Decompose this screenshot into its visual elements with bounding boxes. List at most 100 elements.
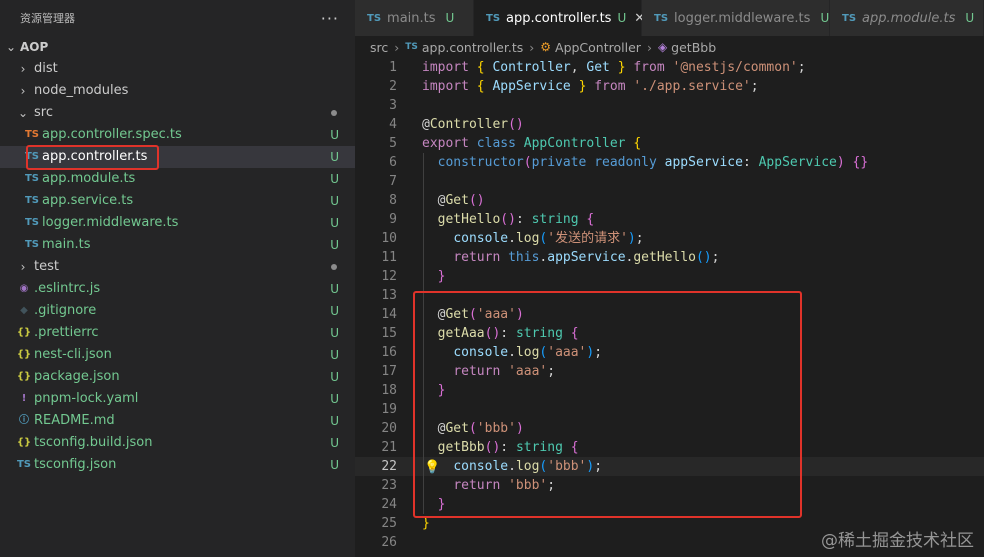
chevron-right-icon: › <box>394 39 400 55</box>
code-line: 21 getBbb(): string { <box>355 438 984 457</box>
tree-item[interactable]: {} tsconfig.build.json U <box>0 432 355 454</box>
explorer-sidebar: 资源管理器 ··· ⌄ AOP › dist › node_modules ⌄ src TS… <box>0 0 355 557</box>
tree-item[interactable]: ⓘ README.md U <box>0 410 355 432</box>
tab-main-ts[interactable]: TS main.ts U <box>355 0 474 36</box>
tree-item[interactable]: › test <box>0 256 355 278</box>
code-line: 2 import { AppService } from './app.servi… <box>355 77 984 96</box>
typescript-icon: TS <box>654 12 669 24</box>
line-number: 2 <box>389 79 397 94</box>
tab-status: U <box>820 11 830 25</box>
line-number: 7 <box>389 174 397 189</box>
tree-item-label: tsconfig.json <box>34 457 117 472</box>
code-text: getHello(): string { <box>437 212 595 227</box>
tree-item[interactable]: › dist <box>0 58 355 80</box>
tree-item[interactable]: ! pnpm-lock.yaml U <box>0 388 355 410</box>
code-line: 10 console.log('发送的请求'); <box>355 229 984 248</box>
code-editor[interactable]: 1 import { Controller, Get } from '@nestj… <box>355 58 984 557</box>
tree-item[interactable]: ⌄ src <box>0 102 355 124</box>
code-line: 9 getHello(): string { <box>355 210 984 229</box>
line-number: 9 <box>389 212 397 227</box>
chevron-right-icon: › <box>529 39 535 55</box>
code-text: @Controller() <box>422 117 524 132</box>
code-text: export class AppController { <box>422 136 642 151</box>
eslint-icon: ◉ <box>19 283 29 294</box>
line-number: 10 <box>381 231 397 246</box>
more-actions-icon[interactable]: ··· <box>321 9 339 28</box>
code-line: 16 console.log('aaa'); <box>355 343 984 362</box>
code-text: console.log('bbb'); <box>453 459 603 474</box>
tree-item-label: app.controller.spec.ts <box>42 127 182 142</box>
code-text: return 'bbb'; <box>453 478 556 493</box>
code-text: return 'aaa'; <box>453 364 556 379</box>
tsconfig-icon: TS <box>16 459 32 470</box>
tree-item[interactable]: TS app.module.ts U <box>0 168 355 190</box>
tree-item[interactable]: TS app.controller.ts U <box>0 146 355 168</box>
code-line: 5 export class AppController { <box>355 134 984 153</box>
chevron-right-icon: › <box>20 62 26 76</box>
git-status-badge: U <box>330 172 339 186</box>
tree-item[interactable]: TS app.service.ts U <box>0 190 355 212</box>
code-line: 19 <box>355 400 984 419</box>
json-icon: {} <box>16 349 32 360</box>
line-number: 22 <box>381 459 397 474</box>
tree-item[interactable]: › node_modules <box>0 80 355 102</box>
tab-label: app.module.ts <box>862 10 956 26</box>
code-line: 18 } <box>355 381 984 400</box>
tree-item[interactable]: ◉ .eslintrc.js U <box>0 278 355 300</box>
indent-guide <box>423 153 424 514</box>
typescript-icon: TS <box>367 12 382 24</box>
tree-item-label: tsconfig.build.json <box>34 435 153 450</box>
line-number: 14 <box>381 307 397 322</box>
typescript-icon: TS <box>24 239 40 250</box>
line-number: 21 <box>381 440 397 455</box>
tree-item[interactable]: ◆ .gitignore U <box>0 300 355 322</box>
tree-item-label: README.md <box>34 413 115 428</box>
git-status-badge: U <box>330 238 339 252</box>
tree-item-label: node_modules <box>34 83 129 98</box>
typescript-test-icon: TS <box>24 129 40 140</box>
code-text: @Get() <box>437 193 485 208</box>
code-line: 15 getAaa(): string { <box>355 324 984 343</box>
tree-item[interactable]: {} .prettierrc U <box>0 322 355 344</box>
tree-item-label: logger.middleware.ts <box>42 215 179 230</box>
code-line: 13 <box>355 286 984 305</box>
breadcrumb-class[interactable]: AppController <box>555 40 641 55</box>
code-line: 17 return 'aaa'; <box>355 362 984 381</box>
breadcrumb-method[interactable]: getBbb <box>671 40 716 55</box>
line-number: 16 <box>381 345 397 360</box>
line-number: 13 <box>381 288 397 303</box>
code-text: console.log('发送的请求'); <box>453 231 644 246</box>
tree-item[interactable]: {} nest-cli.json U <box>0 344 355 366</box>
code-text: import { AppService } from './app.servic… <box>422 79 759 94</box>
tab-app-controller-ts[interactable]: TS app.controller.ts U ✕ <box>474 0 645 36</box>
tree-item-label: src <box>34 105 53 120</box>
breadcrumb-file[interactable]: app.controller.ts <box>422 40 523 55</box>
code-text: constructor(private readonly appService:… <box>437 155 869 170</box>
chevron-right-icon: › <box>646 39 652 55</box>
workspace-root-label: AOP <box>20 40 49 54</box>
code-text: } <box>437 269 446 284</box>
code-text: getAaa(): string { <box>437 326 579 341</box>
tab-logger-middleware-ts[interactable]: TS logger.middleware.ts U <box>642 0 830 36</box>
git-status-badge: U <box>330 326 339 340</box>
chevron-right-icon: › <box>20 260 26 274</box>
tree-item[interactable]: {} package.json U <box>0 366 355 388</box>
tab-app-module-ts[interactable]: TS app.module.ts U <box>830 0 984 36</box>
line-number: 24 <box>381 497 397 512</box>
code-line: 3 <box>355 96 984 115</box>
tab-status: U <box>965 11 975 25</box>
workspace-root[interactable]: ⌄ AOP <box>0 36 355 58</box>
typescript-icon: TS <box>24 217 40 228</box>
tree-item[interactable]: TS main.ts U <box>0 234 355 256</box>
line-number: 3 <box>389 98 397 113</box>
code-text: } <box>437 497 446 512</box>
class-icon: ⚙ <box>540 40 552 54</box>
code-line: 1 import { Controller, Get } from '@nestj… <box>355 58 984 77</box>
breadcrumb-folder[interactable]: src <box>370 40 388 55</box>
tree-item[interactable]: TS app.controller.spec.ts U <box>0 124 355 146</box>
tree-item[interactable]: TS tsconfig.json U <box>0 454 355 476</box>
code-line: 6 constructor(private readonly appServic… <box>355 153 984 172</box>
git-status-badge: U <box>330 392 339 406</box>
breadcrumb: src › TS app.controller.ts › ⚙ AppContro… <box>355 36 984 58</box>
tree-item[interactable]: TS logger.middleware.ts U <box>0 212 355 234</box>
